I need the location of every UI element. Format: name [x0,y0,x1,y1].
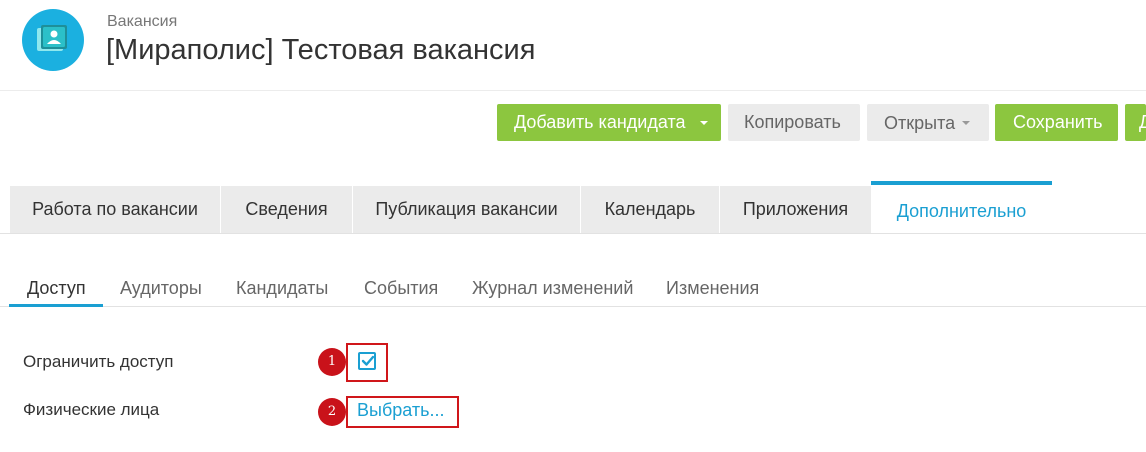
persons-label: Физические лица [23,400,160,419]
add-candidate-label: Добавить кандидата [514,112,686,132]
contact-card-icon [37,25,67,51]
subtab-changes[interactable]: Изменения [666,278,759,299]
restrict-access-label: Ограничить доступ [23,352,174,371]
subtab-auditors[interactable]: Аудиторы [120,278,202,299]
tab-additional[interactable]: Дополнительно [871,181,1052,233]
tab-publication[interactable]: Публикация вакансии [353,186,580,233]
step-marker-1: 1 [318,348,346,376]
tabs-divider [0,233,1146,234]
chevron-down-icon[interactable] [700,121,708,125]
subtab-candidates[interactable]: Кандидаты [236,278,328,299]
save-button[interactable]: Сохранить [995,104,1118,141]
vacancy-logo [22,9,84,71]
step-marker-2: 2 [318,398,346,426]
status-label: Открыта [884,113,956,133]
chevron-down-icon [962,121,970,125]
save-label: Сохранить [1013,112,1103,132]
tab-attachments[interactable]: Приложения [720,186,871,233]
status-dropdown[interactable]: Открыта [867,104,989,141]
tab-details[interactable]: Сведения [221,186,352,233]
page-title: [Мираполис] Тестовая вакансия [106,34,536,66]
subtabs-divider [0,306,1146,307]
add-candidate-button[interactable]: Добавить кандидата [497,104,721,141]
copy-label: Копировать [744,112,841,132]
page-subtitle: Вакансия [107,13,178,30]
select-persons-link[interactable]: Выбрать... [357,400,445,421]
restrict-access-checkbox[interactable] [358,352,376,370]
checkmark-icon [361,355,375,366]
more-label: Д [1139,112,1146,132]
tab-calendar[interactable]: Календарь [581,186,719,233]
active-subtab-indicator [9,304,103,307]
header-divider [0,90,1146,91]
tab-vacancy-work[interactable]: Работа по вакансии [10,186,220,233]
subtab-changelog[interactable]: Журнал изменений [472,278,633,299]
copy-button[interactable]: Копировать [728,104,860,141]
subtab-access[interactable]: Доступ [27,278,86,299]
subtab-events[interactable]: События [364,278,438,299]
more-button[interactable]: Д [1125,104,1146,141]
